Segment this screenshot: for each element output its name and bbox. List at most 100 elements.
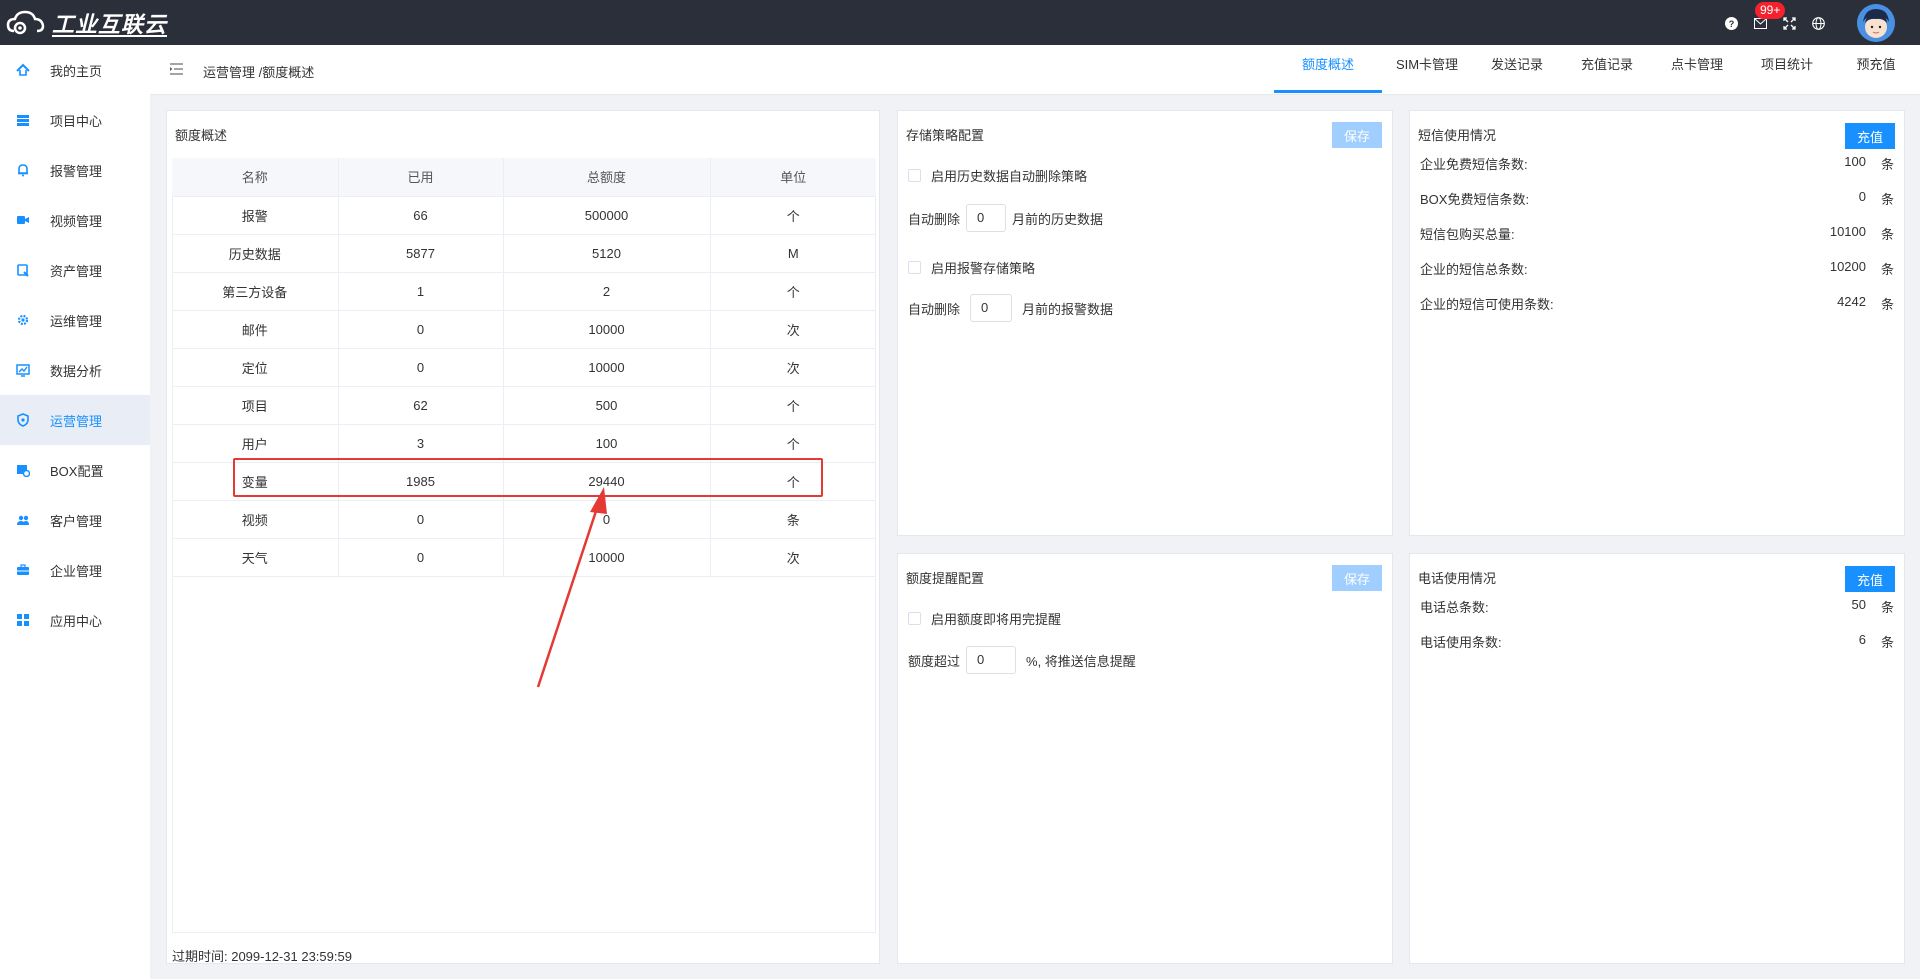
table-cell: 10000 — [503, 348, 711, 387]
notification-badge: 99+ — [1755, 2, 1786, 19]
sidebar-item-assets[interactable]: 资产管理 — [0, 245, 150, 295]
sidebar-item-enterprise[interactable]: 企业管理 — [0, 545, 150, 595]
table-cell: 邮件 — [172, 310, 339, 349]
stat-value: 4242 — [1837, 294, 1866, 309]
sidebar-item-label: 数据分析 — [50, 363, 103, 379]
top-bar: 工业互联云 ? 99+ — [0, 0, 1920, 45]
alarm-storage-option[interactable]: 启用报警存储策略 — [908, 258, 1035, 277]
alarm-delete-row: 自动删除 0 月前的报警数据 — [908, 294, 1113, 322]
stat-unit: 条 — [1880, 227, 1894, 242]
sidebar-item-label: 视频管理 — [50, 213, 103, 229]
tab-point-card[interactable]: 点卡管理 — [1652, 45, 1742, 93]
alarm-months-input[interactable]: 0 — [970, 294, 1013, 322]
table-cell: 0 — [338, 348, 504, 387]
table-cell: 1 — [338, 272, 504, 311]
panel-title: 额度概述 — [175, 128, 228, 143]
table-cell: 66 — [338, 196, 504, 235]
input-prefix: 自动删除 — [908, 301, 961, 317]
table-cell: 29440 — [503, 462, 711, 501]
quota-reminder-option[interactable]: 启用额度即将用完提醒 — [908, 609, 1061, 628]
stat-unit: 条 — [1880, 635, 1894, 650]
sms-stat-row: 企业的短信总条数: 10200 条 — [1420, 259, 1894, 279]
table-cell: 次 — [710, 348, 876, 387]
sidebar-item-analytics[interactable]: 数据分析 — [0, 345, 150, 395]
table-row: 变量 1985 29440 个 — [172, 462, 876, 501]
table-cell: 个 — [710, 386, 876, 425]
sidebar-item-apps[interactable]: 应用中心 — [0, 595, 150, 645]
shield-icon — [17, 413, 29, 427]
input-suffix: 月前的历史数据 — [1012, 211, 1104, 227]
input-prefix: 自动删除 — [908, 211, 961, 227]
checkbox-label: 启用报警存储策略 — [931, 261, 1036, 276]
tab-send-records[interactable]: 发送记录 — [1472, 45, 1562, 93]
column-header: 名称 — [172, 158, 339, 197]
stat-label: 电话使用条数: — [1420, 635, 1502, 650]
checkbox-label: 启用历史数据自动删除策略 — [931, 169, 1088, 184]
mail-icon[interactable] — [1754, 18, 1767, 29]
user-avatar[interactable] — [1857, 4, 1895, 42]
sidebar-item-label: 我的主页 — [50, 63, 103, 79]
expire-time: 过期时间: 2099-12-31 23:59:59 — [172, 949, 352, 964]
table-cell: 1985 — [338, 462, 504, 501]
sidebar-item-alarms[interactable]: 报警管理 — [0, 145, 150, 195]
table-cell: 次 — [710, 310, 876, 349]
quota-reminder-checkbox[interactable] — [908, 612, 921, 625]
sidebar-item-projects[interactable]: 项目中心 — [0, 95, 150, 145]
stat-value: 6 — [1858, 632, 1866, 647]
history-delete-checkbox[interactable] — [908, 169, 921, 182]
table-cell: 0 — [338, 500, 504, 539]
stat-value: 50 — [1851, 597, 1866, 612]
tab-prepay[interactable]: 预充值 — [1832, 45, 1920, 93]
sidebar-item-video[interactable]: 视频管理 — [0, 195, 150, 245]
table-cell: 历史数据 — [172, 234, 339, 273]
phone-recharge-button[interactable]: 充值 — [1845, 566, 1895, 592]
tab-project-stats[interactable]: 项目统计 — [1742, 45, 1832, 93]
table-cell: 0 — [338, 310, 504, 349]
logo-text: 工业互联云 — [52, 12, 168, 37]
stat-label: 企业的短信可使用条数: — [1420, 297, 1554, 312]
sidebar-item-customers[interactable]: 客户管理 — [0, 495, 150, 545]
sidebar-item-home[interactable]: 我的主页 — [0, 45, 150, 95]
phone-stat-row: 电话总条数: 50 条 — [1420, 597, 1894, 617]
stat-unit: 条 — [1880, 262, 1894, 277]
sidebar-item-label: 项目中心 — [50, 113, 103, 129]
table-cell: 定位 — [172, 348, 339, 387]
stat-unit: 条 — [1880, 157, 1894, 172]
table-row: 定位 0 10000 次 — [172, 348, 876, 387]
sidebar-item-label: 企业管理 — [50, 563, 103, 579]
sidebar-item-box-config[interactable]: BOX配置 — [0, 445, 150, 495]
history-months-input[interactable]: 0 — [966, 204, 1007, 232]
tab-sim-card[interactable]: SIM卡管理 — [1382, 45, 1472, 93]
sms-recharge-button[interactable]: 充值 — [1845, 123, 1895, 149]
history-delete-option[interactable]: 启用历史数据自动删除策略 — [908, 166, 1087, 185]
quota-overview-panel: 额度概述 名称 已用 总额度 单位 报警 66 500000 个历史数据 5877 512… — [166, 110, 880, 964]
fullscreen-icon[interactable] — [1783, 17, 1796, 30]
table-cell: 500 — [503, 386, 711, 425]
menu-fold-icon[interactable] — [170, 63, 183, 75]
alarm-storage-checkbox[interactable] — [908, 261, 921, 274]
globe-icon[interactable] — [1812, 17, 1825, 30]
sidebar-item-operations[interactable]: 运营管理 — [0, 395, 150, 445]
table-cell: M — [710, 234, 876, 273]
box-icon — [17, 465, 30, 477]
tab-quota-overview[interactable]: 额度概述 — [1274, 45, 1382, 93]
tab-recharge-records[interactable]: 充值记录 — [1562, 45, 1652, 93]
sidebar-item-label: 运维管理 — [50, 313, 103, 329]
quota-reminder-panel: 额度提醒配置 保存 启用额度即将用完提醒 额度超过 0 %, 将推送信息提醒 — [897, 553, 1393, 964]
history-delete-row: 自动删除 0 月前的历史数据 — [908, 204, 1103, 232]
input-prefix: 额度超过 — [908, 653, 961, 669]
stat-value: 100 — [1844, 154, 1866, 169]
sms-usage-panel: 短信使用情况 充值 企业免费短信条数: 100 条 BOX免费短信条数: 0 条短信包购买… — [1409, 110, 1905, 536]
sidebar-item-ops[interactable]: 运维管理 — [0, 295, 150, 345]
table-header-row: 名称 已用 总额度 单位 — [172, 158, 876, 197]
sms-stat-row: 企业免费短信条数: 100 条 — [1420, 154, 1894, 174]
reminder-save-button[interactable]: 保存 — [1332, 565, 1382, 591]
table-cell: 5120 — [503, 234, 711, 273]
quota-percent-input[interactable]: 0 — [966, 646, 1017, 674]
stat-label: 企业的短信总条数: — [1420, 262, 1528, 277]
sms-stat-row: 短信包购买总量: 10100 条 — [1420, 224, 1894, 244]
column-header: 总额度 — [503, 158, 711, 197]
table-cell: 2 — [503, 272, 711, 311]
help-icon[interactable]: ? — [1725, 17, 1738, 30]
storage-save-button[interactable]: 保存 — [1332, 122, 1382, 148]
